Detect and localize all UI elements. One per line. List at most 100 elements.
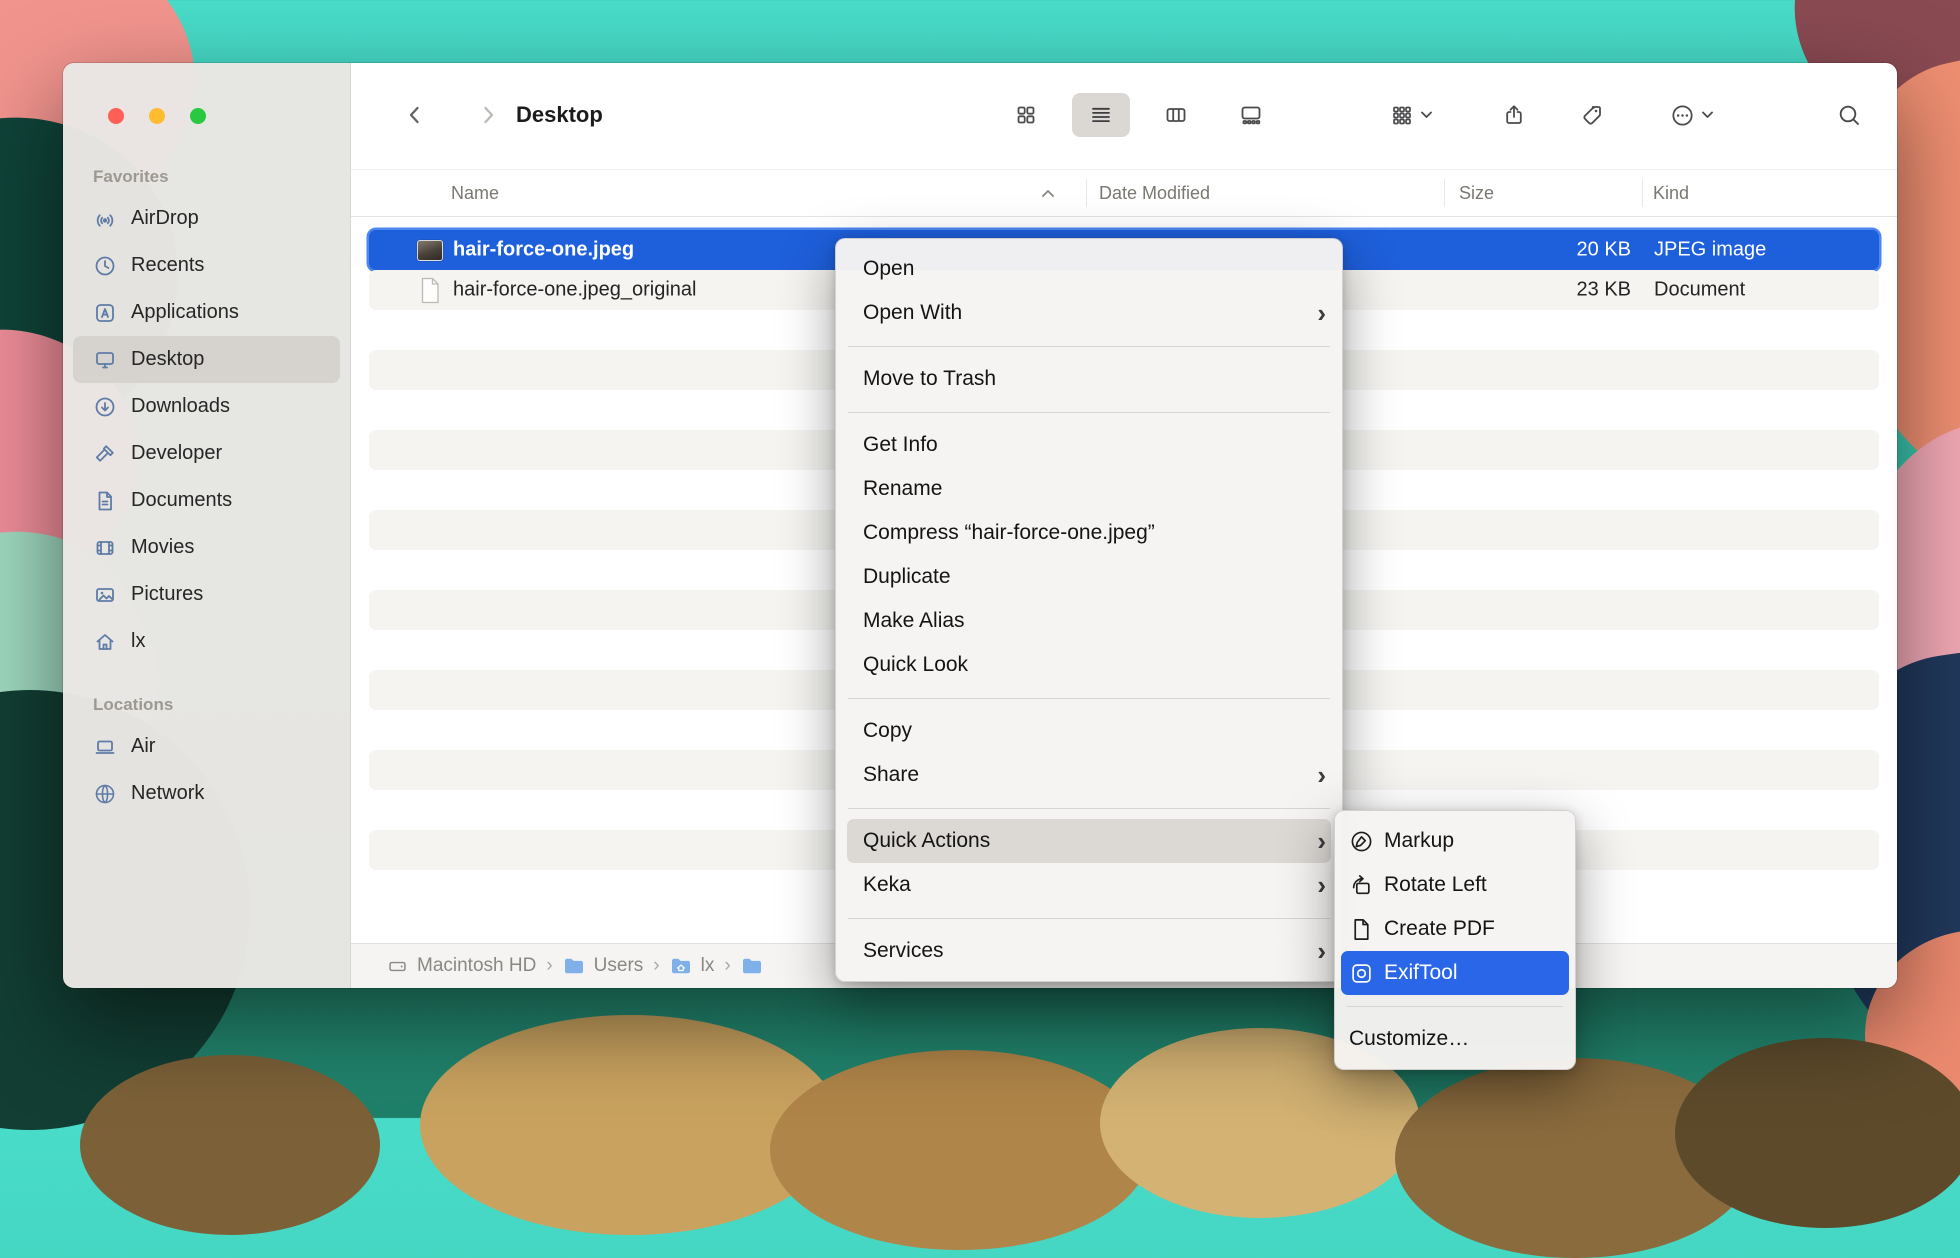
- submenu-item-markup[interactable]: Markup: [1335, 819, 1575, 863]
- menu-item-keka[interactable]: Keka›: [836, 863, 1342, 907]
- document-file-icon: [417, 277, 443, 303]
- airdrop-icon: [92, 206, 118, 232]
- minimize-window-button[interactable]: [149, 108, 165, 124]
- sidebar-item-lx[interactable]: lx: [73, 618, 340, 665]
- toolbar: Desktop: [351, 63, 1897, 167]
- folder-icon: [741, 957, 763, 975]
- list-view-button[interactable]: [1072, 93, 1130, 137]
- submenu-item-create-pdf[interactable]: Create PDF: [1335, 907, 1575, 951]
- menu-item-label: Compress “hair-force-one.jpeg”: [863, 521, 1155, 545]
- file-name: hair-force-one.jpeg_original: [453, 279, 696, 302]
- group-by-icon: [1390, 103, 1414, 127]
- forward-button[interactable]: [468, 93, 508, 137]
- menu-item-label: Keka: [863, 873, 911, 897]
- path-item-partial[interactable]: [741, 957, 763, 975]
- submenu-arrow-icon: ›: [1317, 938, 1326, 964]
- menu-item-make-alias[interactable]: Make Alias: [836, 599, 1342, 643]
- menu-separator: [848, 687, 1330, 709]
- back-button[interactable]: [395, 93, 435, 137]
- sidebar-item-documents[interactable]: Documents: [73, 477, 340, 524]
- chevron-down-icon: [1702, 111, 1713, 119]
- sidebar-item-recents[interactable]: Recents: [73, 242, 340, 289]
- desktop-icon: [92, 347, 118, 373]
- tag-button[interactable]: [1572, 93, 1612, 137]
- sidebar-item-label: Network: [131, 782, 204, 805]
- submenu-item-rotate-left[interactable]: Rotate Left: [1335, 863, 1575, 907]
- more-options-button[interactable]: [1656, 93, 1726, 137]
- gallery-view-button[interactable]: [1222, 93, 1280, 137]
- column-header-kind[interactable]: Kind: [1653, 170, 1689, 216]
- submenu-item-customize[interactable]: Customize…: [1335, 1017, 1575, 1061]
- sidebar-item-network[interactable]: Network: [73, 770, 340, 817]
- sidebar-item-air[interactable]: Air: [73, 723, 340, 770]
- sidebar-item-desktop[interactable]: Desktop: [73, 336, 340, 383]
- sidebar-item-developer[interactable]: Developer: [73, 430, 340, 477]
- sidebar-item-pictures[interactable]: Pictures: [73, 571, 340, 618]
- sidebar: Favorites AirDrop Recents Applications: [63, 63, 351, 988]
- search-button[interactable]: [1829, 93, 1869, 137]
- icon-view-button[interactable]: [997, 93, 1055, 137]
- column-header-name[interactable]: Name: [451, 170, 499, 216]
- clock-icon: [92, 253, 118, 279]
- path-item-users[interactable]: Users: [563, 955, 644, 977]
- menu-item-quick-look[interactable]: Quick Look: [836, 643, 1342, 687]
- chevron-left-icon: [403, 103, 427, 127]
- column-view-icon: [1164, 103, 1188, 127]
- column-label: Kind: [1653, 183, 1689, 204]
- exiftool-icon: [1349, 961, 1373, 985]
- menu-item-quick-actions[interactable]: Quick Actions ›: [847, 819, 1331, 863]
- sidebar-item-movies[interactable]: Movies: [73, 524, 340, 571]
- wallpaper-stone: [80, 1055, 380, 1235]
- sidebar-content: Favorites AirDrop Recents Applications: [63, 167, 350, 817]
- film-icon: [92, 535, 118, 561]
- menu-item-copy[interactable]: Copy: [836, 709, 1342, 753]
- sidebar-item-label: lx: [131, 630, 145, 653]
- column-header-size[interactable]: Size: [1459, 170, 1494, 216]
- menu-item-label: Quick Look: [863, 653, 968, 677]
- menu-item-compress[interactable]: Compress “hair-force-one.jpeg”: [836, 511, 1342, 555]
- zoom-window-button[interactable]: [190, 108, 206, 124]
- hard-drive-icon: [387, 956, 408, 977]
- path-separator-icon: ›: [653, 955, 659, 977]
- menu-separator: [848, 907, 1330, 929]
- sidebar-item-airdrop[interactable]: AirDrop: [73, 195, 340, 242]
- sidebar-item-downloads[interactable]: Downloads: [73, 383, 340, 430]
- quick-actions-submenu: Markup Rotate Left Create PDF ExifTool C…: [1334, 810, 1576, 1070]
- menu-item-open-with[interactable]: Open With›: [836, 291, 1342, 335]
- menu-item-rename[interactable]: Rename: [836, 467, 1342, 511]
- close-window-button[interactable]: [108, 108, 124, 124]
- sidebar-item-label: Recents: [131, 254, 204, 277]
- menu-item-label: Rotate Left: [1384, 873, 1487, 897]
- menu-item-get-info[interactable]: Get Info: [836, 423, 1342, 467]
- window-controls: [108, 108, 206, 124]
- sidebar-item-applications[interactable]: Applications: [73, 289, 340, 336]
- column-view-button[interactable]: [1147, 93, 1205, 137]
- submenu-arrow-icon: ›: [1317, 828, 1326, 854]
- menu-separator: [848, 797, 1330, 819]
- menu-separator: [848, 401, 1330, 423]
- menu-item-services[interactable]: Services›: [836, 929, 1342, 973]
- path-item-macintosh-hd[interactable]: Macintosh HD: [387, 955, 536, 977]
- menu-item-label: Quick Actions: [863, 829, 990, 853]
- menu-item-label: Open: [863, 257, 914, 281]
- submenu-item-exiftool[interactable]: ExifTool: [1341, 951, 1569, 995]
- menu-item-duplicate[interactable]: Duplicate: [836, 555, 1342, 599]
- menu-item-share[interactable]: Share›: [836, 753, 1342, 797]
- column-header-date-modified[interactable]: Date Modified: [1099, 170, 1210, 216]
- column-divider[interactable]: [1642, 179, 1643, 207]
- menu-item-label: Make Alias: [863, 609, 965, 633]
- column-divider[interactable]: [1444, 179, 1445, 207]
- menu-item-move-to-trash[interactable]: Move to Trash: [836, 357, 1342, 401]
- menu-item-open[interactable]: Open: [836, 247, 1342, 291]
- jpeg-thumbnail: [417, 237, 443, 263]
- group-by-button[interactable]: [1373, 93, 1449, 137]
- path-item-lx[interactable]: lx: [670, 955, 715, 977]
- sidebar-section-title: Locations: [63, 695, 350, 723]
- share-button[interactable]: [1494, 93, 1534, 137]
- sidebar-item-label: Pictures: [131, 583, 203, 606]
- path-item-label: lx: [701, 955, 715, 977]
- document-icon: [92, 488, 118, 514]
- file-name: hair-force-one.jpeg: [453, 239, 634, 262]
- grid-view-icon: [1014, 103, 1038, 127]
- column-divider[interactable]: [1086, 179, 1087, 207]
